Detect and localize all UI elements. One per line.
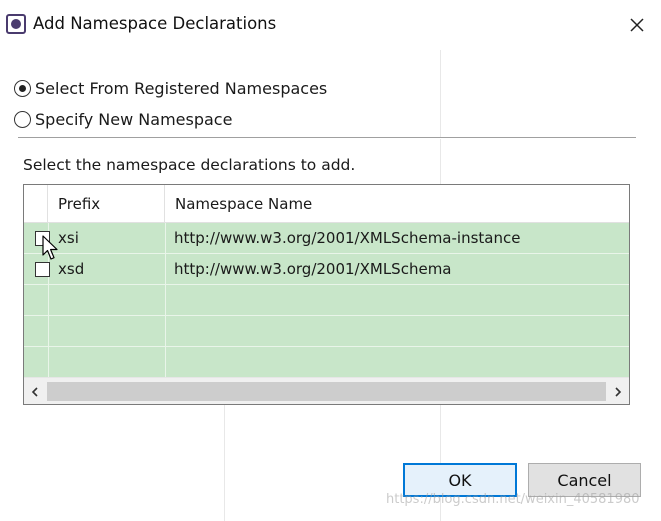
watermark: https://blog.csdn.net/weixin_40581980	[386, 492, 640, 507]
separator	[18, 137, 636, 139]
table-body: xsi http://www.w3.org/2001/XMLSchema-ins…	[24, 223, 629, 377]
window-title: Add Namespace Declarations	[33, 14, 277, 33]
namespace-table[interactable]: Prefix Namespace Name xsi http://www.w3.…	[23, 184, 630, 405]
table-row-empty	[24, 347, 629, 378]
radio-specify-namespace[interactable]: Specify New Namespace	[14, 110, 232, 129]
scroll-left-button[interactable]	[24, 378, 46, 404]
radio-registered-namespaces[interactable]: Select From Registered Namespaces	[14, 79, 327, 98]
radio-specify-label: Specify New Namespace	[35, 110, 233, 129]
chevron-right-icon	[615, 386, 622, 397]
radio-button-checked[interactable]	[14, 80, 31, 97]
row-prefix: xsi	[58, 229, 79, 247]
row-checkbox[interactable]	[35, 231, 50, 246]
table-row-empty	[24, 316, 629, 347]
radio-button[interactable]	[14, 111, 31, 128]
column-header-namespace[interactable]: Namespace Name	[165, 185, 629, 223]
row-prefix: xsd	[58, 260, 85, 278]
close-button[interactable]	[620, 8, 654, 42]
radio-registered-label: Select From Registered Namespaces	[35, 79, 328, 98]
table-row-empty	[24, 285, 629, 316]
column-header-checkbox[interactable]	[24, 185, 48, 223]
chevron-left-icon	[31, 386, 38, 397]
title-bar[interactable]: Add Namespace Declarations	[0, 0, 661, 50]
scroll-thumb[interactable]	[47, 382, 606, 401]
scroll-right-button[interactable]	[607, 378, 629, 404]
close-icon	[630, 18, 644, 32]
table-row[interactable]: xsi http://www.w3.org/2001/XMLSchema-ins…	[24, 223, 629, 254]
column-header-prefix[interactable]: Prefix	[48, 185, 165, 223]
horizontal-scrollbar[interactable]	[24, 377, 629, 404]
row-namespace: http://www.w3.org/2001/XMLSchema-instanc…	[174, 229, 521, 247]
table-row[interactable]: xsd http://www.w3.org/2001/XMLSchema	[24, 254, 629, 285]
app-icon	[6, 14, 26, 34]
instruction-label: Select the namespace declarations to add…	[23, 156, 356, 174]
row-namespace: http://www.w3.org/2001/XMLSchema	[174, 260, 452, 278]
table-header: Prefix Namespace Name	[24, 185, 629, 223]
row-checkbox[interactable]	[35, 262, 50, 277]
